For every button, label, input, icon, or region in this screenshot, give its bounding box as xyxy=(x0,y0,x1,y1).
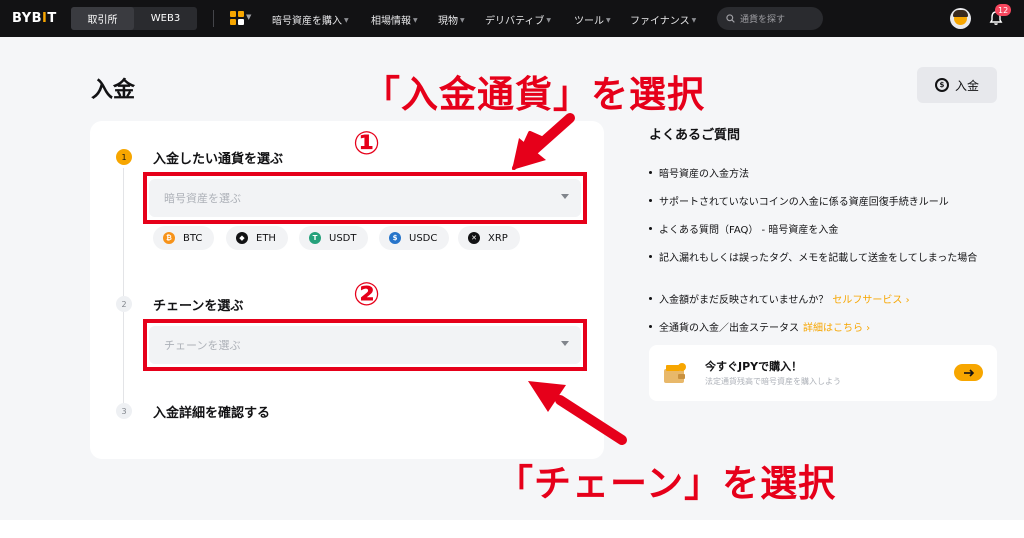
step-number-1: 1 xyxy=(116,149,132,165)
coin-chip-label: BTC xyxy=(183,232,203,244)
nav-label: ファイナンス xyxy=(630,16,690,27)
page-title: 入金 xyxy=(91,78,136,103)
status-text: 全通貨の入金／出金ステータス xyxy=(659,323,799,334)
usdc-icon: $ xyxy=(389,232,401,244)
coin-chip-btc[interactable]: ₿ BTC xyxy=(153,226,215,250)
avatar[interactable] xyxy=(950,8,971,29)
grid-icon[interactable] xyxy=(230,11,244,25)
eth-icon: ◆ xyxy=(236,232,248,244)
notification-badge: 12 xyxy=(995,4,1012,16)
deposit-button[interactable]: $ 入金 xyxy=(917,67,997,103)
status-text: 入金額がまだ反映されていませんか？ xyxy=(659,295,829,306)
logo-text-c: T xyxy=(47,11,57,26)
coin-chip-usdc[interactable]: $ USDC xyxy=(379,226,450,250)
tab-exchange[interactable]: 取引所 xyxy=(71,7,134,30)
deposit-icon: $ xyxy=(934,78,949,92)
coin-chip-label: USDT xyxy=(329,232,357,244)
step-title-1: 入金したい通貨を選ぶ xyxy=(153,152,284,167)
faq-link-label: 暗号資産の入金方法 xyxy=(659,169,749,180)
step-title-3: 入金詳細を確認する xyxy=(153,406,271,421)
top-navigation-bar: BYBIT 取引所 WEB3 ▼ 暗号資産を購入 ▼ 相場情報 ▼ 現物 ▼ デリバテ… xyxy=(0,0,1024,37)
coin-chip-label: ETH xyxy=(256,232,276,244)
coin-chip-xrp[interactable]: ✕ XRP xyxy=(458,226,520,250)
status-row: 入金額がまだ反映されていませんか？ セルフサービス › xyxy=(649,291,910,306)
faq-link[interactable]: サポートされていないコインの入金に係る資産回復手続きルール xyxy=(649,193,949,208)
highlight-chain-select xyxy=(143,319,587,371)
nav-finance[interactable]: ファイナンス ▼ xyxy=(630,12,696,27)
annotation-marker-1: ① xyxy=(353,124,381,162)
faq-link-label: サポートされていないコインの入金に係る資産回復手続きルール xyxy=(659,197,949,208)
step-title-2: チェーンを選ぶ xyxy=(153,299,244,314)
btc-icon: ₿ xyxy=(163,232,175,244)
xrp-icon: ✕ xyxy=(468,232,480,244)
coin-chip-label: USDC xyxy=(409,232,438,244)
caret-down-icon: ▼ xyxy=(246,13,252,21)
nav-spot[interactable]: 現物 ▼ xyxy=(438,12,465,27)
caret-down-icon: ▼ xyxy=(460,17,465,24)
banner-go-button[interactable] xyxy=(954,364,983,381)
coin-chip-usdt[interactable]: T USDT xyxy=(299,226,369,250)
usdt-icon: T xyxy=(309,232,321,244)
coin-chip-eth[interactable]: ◆ ETH xyxy=(226,226,288,250)
caret-down-icon: ▼ xyxy=(413,17,418,24)
annotation-marker-2: ② xyxy=(353,275,381,313)
tab-web3[interactable]: WEB3 xyxy=(134,7,197,30)
faq-link-label: 記入漏れもしくは誤ったタグ、メモを記載して送金をしてしまった場合 xyxy=(659,253,978,264)
caret-down-icon: ▼ xyxy=(546,17,552,24)
nav-label: ツール xyxy=(574,16,604,27)
caret-down-icon: ▼ xyxy=(344,17,349,24)
nav-buy-crypto[interactable]: 暗号資産を購入 ▼ xyxy=(272,12,349,27)
coin-chip-label: XRP xyxy=(488,232,508,244)
nav-markets[interactable]: 相場情報 ▼ xyxy=(371,12,418,27)
platform-switch: 取引所 WEB3 xyxy=(71,7,197,30)
nav-derivatives[interactable]: デリバティブ ▼ xyxy=(485,12,551,27)
search-placeholder: 通貨を探す xyxy=(740,15,786,25)
nav-tools[interactable]: ツール ▼ xyxy=(574,12,611,27)
wallet-icon xyxy=(664,363,686,383)
annotation-select-chain: 「チェーン」を選択 xyxy=(496,462,837,505)
deposit-button-label: 入金 xyxy=(954,78,979,93)
highlight-currency-select xyxy=(143,172,587,224)
logo-text-a: BYB xyxy=(12,11,43,26)
faq-link-label: よくある質問（FAQ） - 暗号資産を入金 xyxy=(659,225,839,236)
faq-link[interactable]: よくある質問（FAQ） - 暗号資産を入金 xyxy=(649,221,838,236)
nav-label: デリバティブ xyxy=(485,16,545,27)
step-number-2: 2 xyxy=(116,296,132,312)
nav-divider xyxy=(213,10,214,27)
faq-link[interactable]: 暗号資産の入金方法 xyxy=(649,165,749,180)
faq-link[interactable]: 記入漏れもしくは誤ったタグ、メモを記載して送金をしてしまった場合 xyxy=(649,249,977,264)
bybit-logo[interactable]: BYBIT xyxy=(12,11,57,26)
status-row: 全通貨の入金／出金ステータス 詳細はこちら › xyxy=(649,319,870,334)
search-input[interactable]: 通貨を探す xyxy=(717,7,823,30)
step-connector xyxy=(123,168,124,404)
caret-down-icon: ▼ xyxy=(691,17,697,24)
annotation-select-currency: 「入金通貨」を選択 xyxy=(363,73,705,116)
banner-subtitle: 法定通貨残高で暗号資産を購入しよう xyxy=(705,377,841,386)
details-link[interactable]: 詳細はこちら › xyxy=(803,323,870,334)
nav-label: 現物 xyxy=(438,16,458,27)
banner-title: 今すぐJPYで購入！ xyxy=(705,360,803,373)
nav-label: 暗号資産を購入 xyxy=(272,16,342,27)
caret-down-icon: ▼ xyxy=(606,17,611,24)
faq-title: よくあるご質問 xyxy=(649,128,741,143)
nav-label: 相場情報 xyxy=(371,16,411,27)
buy-jpy-banner[interactable]: 今すぐJPYで購入！ 法定通貨残高で暗号資産を購入しよう xyxy=(649,345,997,401)
search-icon xyxy=(726,14,735,23)
step-number-3: 3 xyxy=(116,403,132,419)
self-service-link[interactable]: セルフサービス › xyxy=(832,295,909,306)
arrow-right-icon xyxy=(963,368,974,377)
